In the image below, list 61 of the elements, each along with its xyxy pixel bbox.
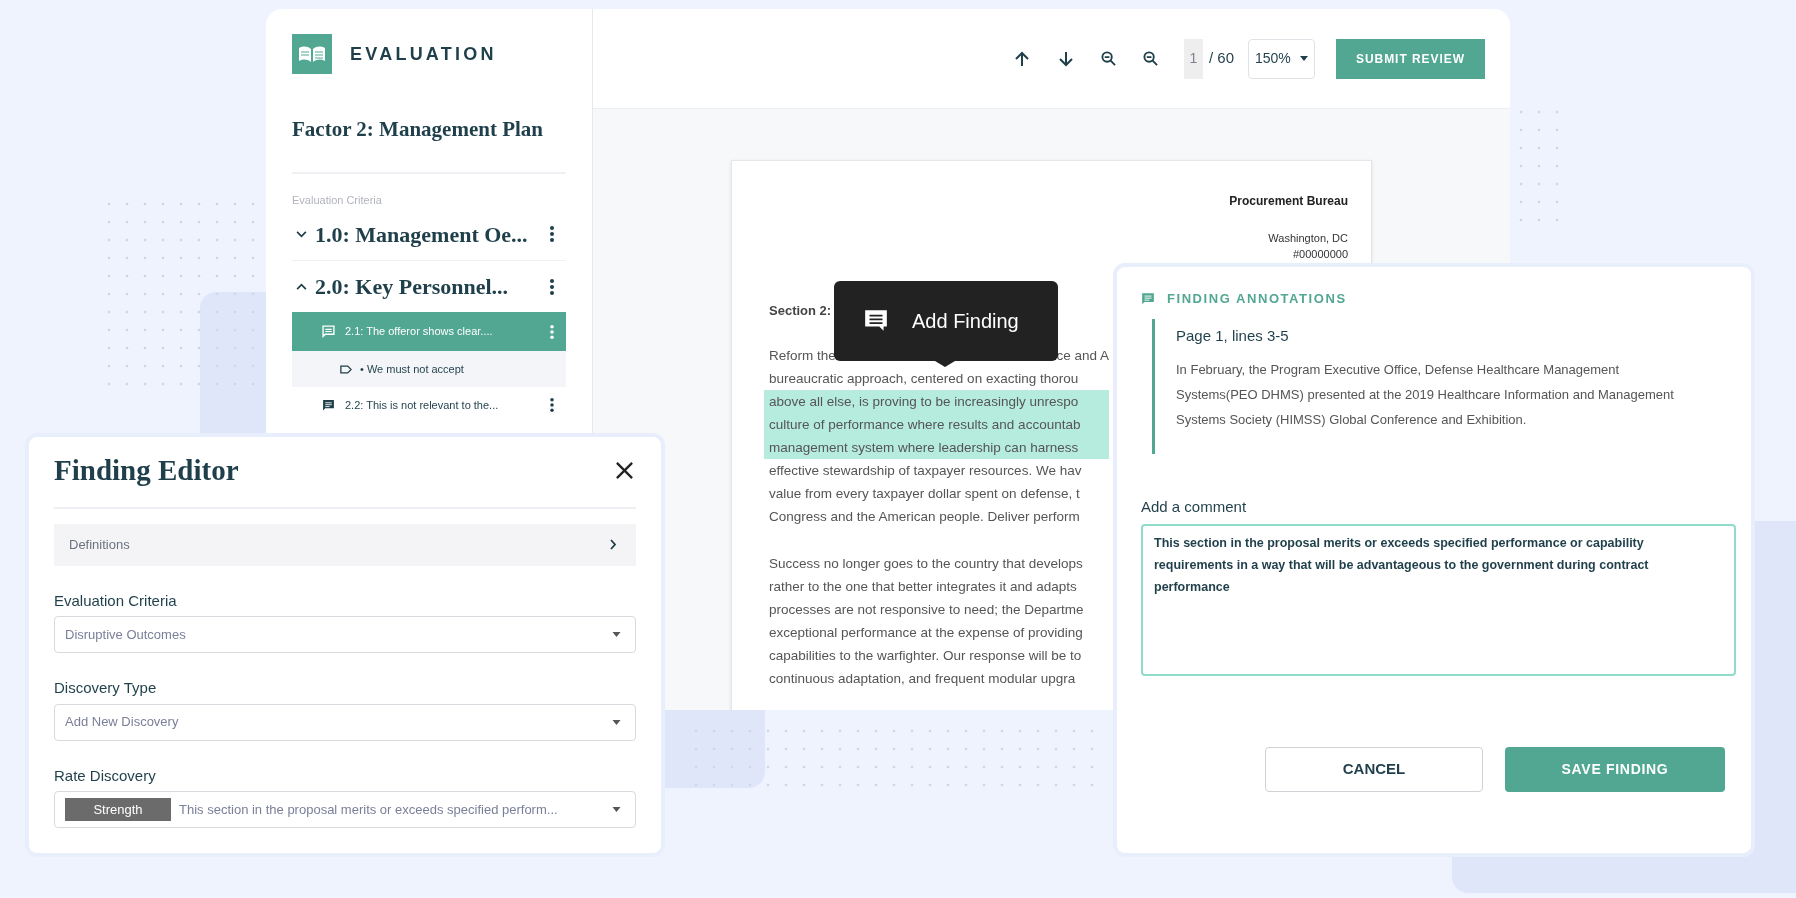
text-line: value from every taxpayer dollar spent on defense, t	[769, 485, 1080, 502]
select-field[interactable]: Disruptive Outcomes	[54, 616, 636, 653]
text-line: processes are not responsive to need; the Departme	[769, 601, 1084, 618]
page-total: / 60	[1208, 48, 1234, 69]
section-label: Evaluation Criteria	[292, 192, 383, 208]
more-options-icon[interactable]	[550, 398, 554, 412]
chevron-down-icon	[296, 230, 307, 238]
tag-icon	[340, 364, 352, 374]
dropdown-caret-icon	[612, 719, 621, 725]
text-line: capabilities to the warfighter. Our response will be to	[769, 647, 1082, 664]
comment-icon	[862, 308, 890, 334]
address-line: #00000000	[1292, 247, 1348, 261]
dropdown-caret-icon	[612, 807, 621, 812]
magnifier-icon	[1143, 51, 1159, 66]
select-field[interactable]: Add New Discovery	[54, 703, 636, 741]
section-heading: FINDING ANNOTATIONS	[1167, 290, 1347, 308]
comment-icon	[322, 398, 335, 412]
rating-badge: Strength	[65, 798, 171, 821]
text-line: rather to the one that better integrates it and adapts	[769, 578, 1077, 595]
text-line: exceptional performance at the expense of providing	[769, 624, 1083, 641]
dropdown-caret-icon	[1300, 56, 1308, 61]
arrow-down-icon	[1057, 50, 1074, 67]
cancel-button[interactable]: CANCEL	[1265, 746, 1483, 792]
text-line: Success no longer goes to the country that develops	[769, 555, 1083, 572]
comment-icon	[322, 325, 335, 338]
field-label: Evaluation Criteria	[54, 590, 178, 611]
field-label: Add a comment	[1141, 497, 1248, 517]
chevron-right-icon	[610, 539, 616, 550]
text-line: ce and A	[1056, 347, 1109, 364]
text-line: continuous adaptation, and frequent modular upgra	[769, 670, 1076, 687]
text-line: bureaucratic approach, centered on exacting thorou	[769, 370, 1079, 387]
address-line: Washington, DC	[1268, 231, 1348, 245]
text-line: Congress and the American people. Deliver perform	[769, 508, 1080, 525]
definitions-row[interactable]: Definitions	[54, 523, 636, 566]
more-options-icon[interactable]	[550, 226, 554, 242]
text-line: effective stewardship of taxpayer resources. We hav	[769, 462, 1082, 479]
more-options-icon[interactable]	[550, 278, 554, 295]
chevron-up-icon	[296, 283, 307, 290]
text-line: Reform the	[769, 347, 836, 364]
quote-text: In February, the Program Executive Office, Defense Healthcare Management Systems(PEO DHMS) presented at the 2019 Healthcare Information and Management Systems Society (HIMSS) Global Conference and Exhibition.	[1176, 361, 1675, 429]
finding-item[interactable]: 2.2: This is not relevant to the...	[292, 391, 566, 419]
section-heading: Section 2:	[769, 303, 833, 319]
comment-field[interactable]: This section in the proposal merits or exceeds specified performance or capability requirements in a way that will be advantageous to the government during contract performance	[1141, 523, 1736, 676]
note-item[interactable]: • We must not accept	[292, 351, 566, 387]
dropdown-caret-icon	[612, 632, 621, 637]
book-logo-icon	[292, 34, 332, 74]
field-label: Discovery Type	[54, 678, 158, 698]
zoom-dropdown[interactable]: 150%	[1248, 38, 1315, 79]
field-label: Rate Discovery	[54, 765, 157, 786]
quote-title: Page 1, lines 3-5	[1176, 325, 1290, 346]
app-logo-text: EVALUATION	[350, 42, 497, 66]
comment-icon	[1141, 291, 1155, 306]
add-finding-tooltip[interactable]: Add Finding	[834, 281, 1058, 361]
factor-title: Factor 2: Management Plan	[292, 114, 566, 174]
organization-name: Procurement Bureau	[1229, 193, 1348, 210]
panel-title: Finding Editor	[54, 453, 239, 488]
magnifier-icon	[1101, 51, 1117, 66]
close-icon	[614, 461, 634, 481]
criteria-item[interactable]: 1.0: Management Oe...	[292, 208, 566, 260]
arrow-up-icon	[1013, 50, 1030, 67]
select-field[interactable]: Strength This section in the proposal merits or exceeds specified perform...	[54, 791, 636, 828]
